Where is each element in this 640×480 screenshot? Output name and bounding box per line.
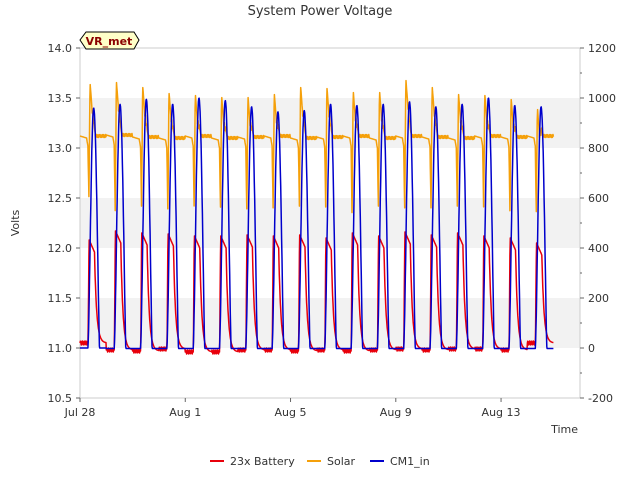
x-tick-label: Jul 28 bbox=[64, 406, 96, 419]
chart-title: System Power Voltage bbox=[248, 4, 393, 19]
y-right-tick-label: -200 bbox=[588, 392, 613, 405]
legend-item-battery: 23x Battery bbox=[210, 455, 295, 468]
background-bands bbox=[80, 48, 580, 398]
y-left-tick-label: 14.0 bbox=[48, 42, 73, 55]
legend: 23x Battery Solar CM1_in bbox=[210, 455, 430, 468]
y-left-tick-label: 13.5 bbox=[48, 92, 73, 105]
y-right-tick-label: 600 bbox=[588, 192, 609, 205]
legend-item-solar: Solar bbox=[307, 455, 356, 468]
x-tick-label: Aug 13 bbox=[482, 406, 521, 419]
y-left-tick-label: 11.0 bbox=[48, 342, 73, 355]
y-left-tick-label: 11.5 bbox=[48, 292, 73, 305]
badge: VR_met bbox=[79, 31, 140, 50]
y-axis-label: Volts bbox=[9, 209, 22, 236]
legend-label-cm1: CM1_in bbox=[390, 455, 430, 468]
badge-label: VR_met bbox=[86, 35, 133, 48]
legend-item-cm1: CM1_in bbox=[370, 455, 430, 468]
grid-band bbox=[80, 148, 580, 198]
y-right-tick-label: 0 bbox=[588, 342, 595, 355]
y-left-tick-label: 12.5 bbox=[48, 192, 73, 205]
legend-label-battery: 23x Battery bbox=[230, 455, 295, 468]
grid-band bbox=[80, 48, 580, 98]
y-left-tick-label: 12.0 bbox=[48, 242, 73, 255]
x-tick-label: Aug 9 bbox=[380, 406, 412, 419]
y-right-tick-label: 800 bbox=[588, 142, 609, 155]
chart: System Power Voltage 10.5 11.0 11.5 12.0 12.… bbox=[9, 4, 616, 468]
grid-band bbox=[80, 248, 580, 298]
legend-label-solar: Solar bbox=[327, 455, 356, 468]
x-tick-label: Aug 1 bbox=[169, 406, 201, 419]
y-left-tick-label: 13.0 bbox=[48, 142, 73, 155]
y-right-tick-label: 1000 bbox=[588, 92, 616, 105]
grid-band bbox=[80, 198, 580, 248]
y-left-tick-label: 10.5 bbox=[48, 392, 73, 405]
y-right-tick-label: 1200 bbox=[588, 42, 616, 55]
grid-band bbox=[80, 348, 580, 398]
x-tick-label: Aug 5 bbox=[275, 406, 307, 419]
y-right-tick-label: 400 bbox=[588, 242, 609, 255]
x-axis-label: Time bbox=[550, 423, 578, 436]
grid-band bbox=[80, 298, 580, 348]
y-right-tick-label: 200 bbox=[588, 292, 609, 305]
